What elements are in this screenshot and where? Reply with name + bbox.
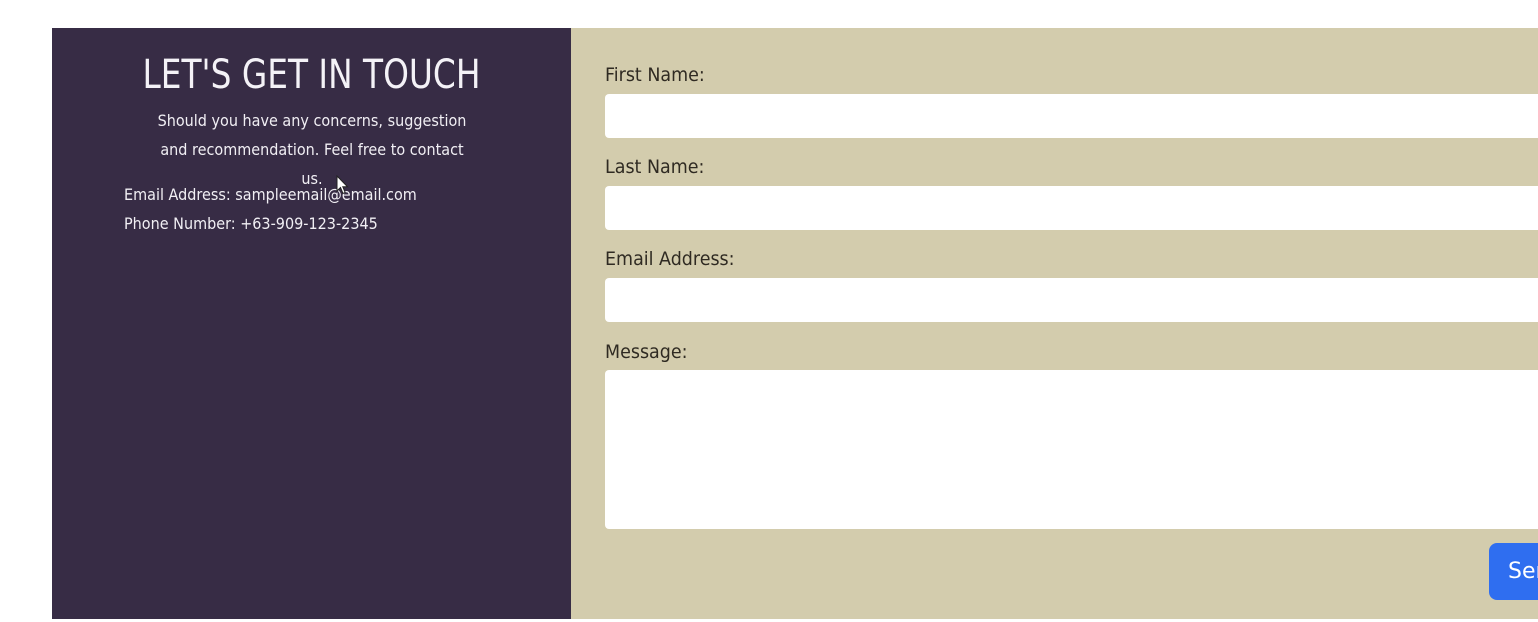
contact-subtitle: Should you have any concerns, suggestion… [157, 111, 467, 188]
email-input[interactable] [605, 278, 1538, 322]
send-button[interactable]: Send [1489, 543, 1538, 600]
contact-info-panel: LET'S GET IN TOUCH Should you have any c… [52, 28, 571, 619]
contact-form-panel: First Name: Last Name: Email Address: Me… [571, 28, 1538, 619]
message-label: Message: [605, 341, 688, 363]
contact-title: LET'S GET IN TOUCH [142, 52, 481, 98]
last-name-label: Last Name: [605, 156, 705, 178]
first-name-label: First Name: [605, 64, 705, 86]
message-textarea[interactable] [605, 370, 1538, 529]
contact-email-text: Email Address: sampleemail@email.com [124, 185, 417, 204]
first-name-input[interactable] [605, 94, 1538, 138]
contact-section: LET'S GET IN TOUCH Should you have any c… [52, 28, 1538, 619]
last-name-input[interactable] [605, 186, 1538, 230]
email-label: Email Address: [605, 248, 735, 270]
contact-phone-text: Phone Number: +63-909-123-2345 [124, 214, 378, 233]
page: LET'S GET IN TOUCH Should you have any c… [0, 0, 1538, 622]
